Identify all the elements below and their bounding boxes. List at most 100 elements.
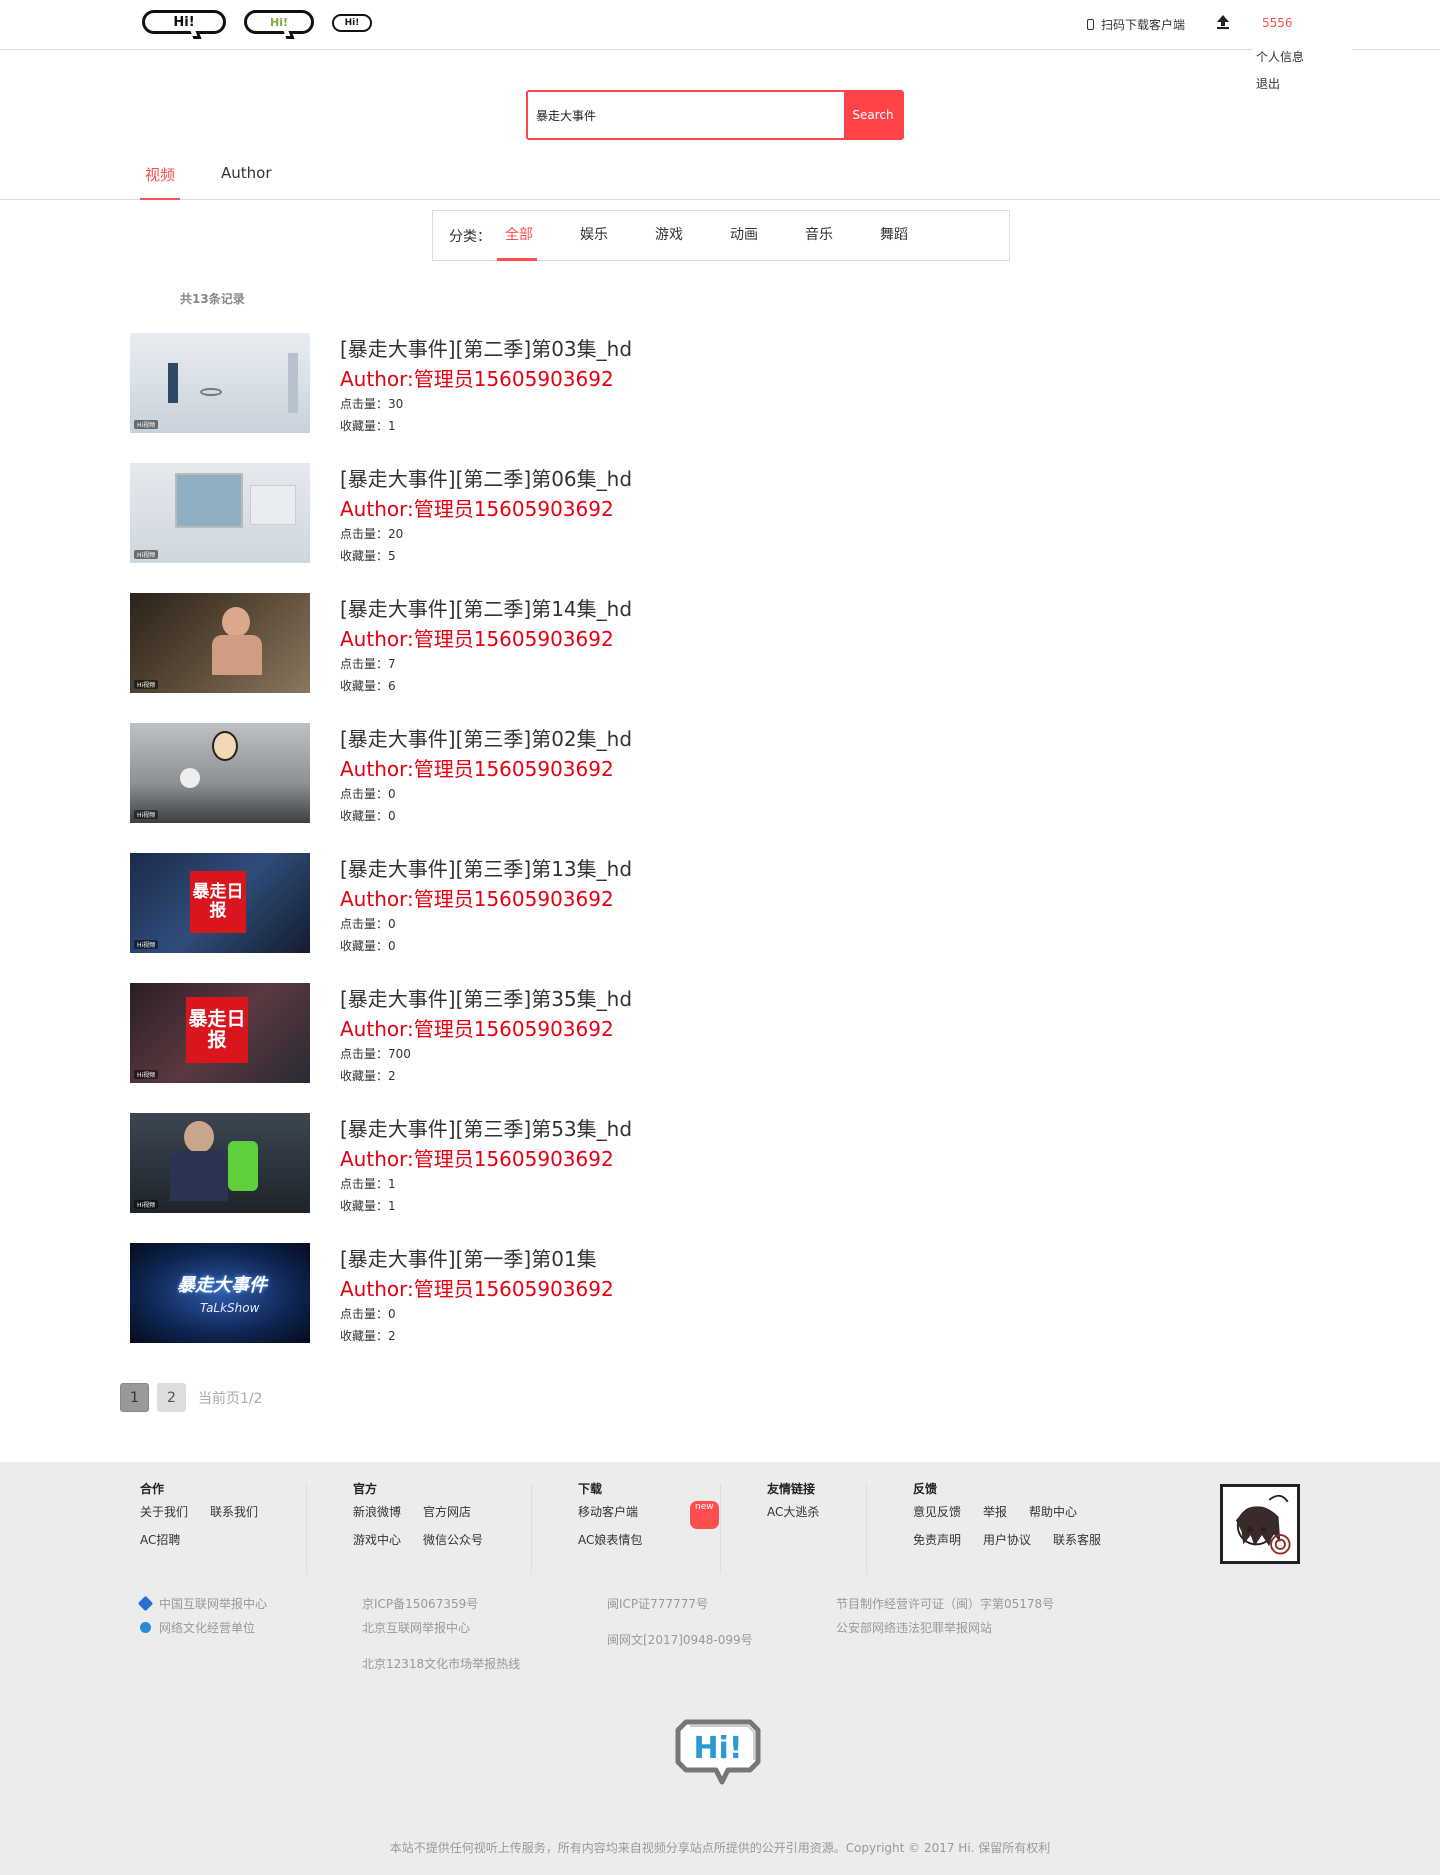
footer-link[interactable]: 举报 (983, 1501, 1007, 1529)
video-thumbnail[interactable]: Hi视频 (130, 723, 310, 823)
footer-link[interactable]: 移动客户端 (578, 1501, 638, 1529)
video-views: 点击量：0 (340, 1307, 396, 1321)
search-button[interactable]: Search (844, 92, 902, 138)
category-game[interactable]: 游戏 (647, 210, 722, 261)
page-2-button[interactable]: 2 (157, 1383, 186, 1412)
video-item: 暴走日报 Hi视频 [暴走大事件][第三季]第35集_hd Author:管理员… (130, 983, 730, 1083)
video-favorites: 收藏量：1 (340, 1199, 396, 1213)
license-link[interactable]: 北京互联网举报中心 (362, 1616, 520, 1640)
user-dropdown-menu: 个人信息 退出 (1252, 44, 1352, 114)
thumb-logo-text: 暴走日报 (186, 997, 248, 1063)
video-author[interactable]: Author:管理员15605903692 (340, 363, 614, 392)
video-thumbnail[interactable]: 暴走大事件 TaLkShow (130, 1243, 310, 1343)
license-link[interactable]: 闽ICP证777777号 (607, 1592, 753, 1616)
license-link[interactable]: 网络文化经营单位 (159, 1621, 255, 1635)
license-link[interactable]: 北京12318文化市场举报热线 (362, 1652, 520, 1676)
license-link[interactable]: 京ICP备15067359号 (362, 1592, 520, 1616)
video-favorites: 收藏量：5 (340, 549, 396, 563)
footer-col-title: 合作 (140, 1482, 165, 1496)
footer-link[interactable]: AC招聘 (140, 1529, 180, 1557)
video-favorites: 收藏量：1 (340, 419, 396, 433)
video-favorites: 收藏量：0 (340, 809, 396, 823)
footer-link[interactable]: 意见反馈 (913, 1501, 961, 1529)
category-music[interactable]: 音乐 (797, 210, 872, 261)
license-link[interactable]: 公安部网络违法犯罪举报网站 (836, 1616, 1054, 1640)
video-title[interactable]: [暴走大事件][第三季]第02集_hd (340, 723, 632, 752)
logo-variant-small[interactable]: Hi! (332, 14, 372, 32)
video-views: 点击量：30 (340, 397, 404, 411)
thumb-logo-text: 暴走日报 (190, 871, 246, 933)
license-link[interactable]: 中国互联网举报中心 (159, 1597, 267, 1611)
thumb-tag: Hi视频 (134, 810, 159, 819)
license-link[interactable]: 闽网文[2017]0948-099号 (607, 1628, 753, 1652)
video-item: Hi视频 [暴走大事件][第三季]第53集_hd Author:管理员15605… (130, 1113, 730, 1213)
video-title[interactable]: [暴走大事件][第一季]第01集 (340, 1243, 597, 1272)
logo-variant-green[interactable]: Hi! (244, 10, 314, 39)
video-thumbnail[interactable]: Hi视频 (130, 593, 310, 693)
video-title[interactable]: [暴走大事件][第二季]第06集_hd (340, 463, 632, 492)
username-link[interactable]: 5556 (1262, 16, 1293, 30)
footer-link[interactable]: 帮助中心 (1029, 1501, 1077, 1529)
menu-item-logout[interactable]: 退出 (1256, 71, 1352, 98)
copyright-text: 本站不提供任何视听上传服务，所有内容均来自视频分享站点所提供的公开引用资源。Co… (389, 1841, 1051, 1855)
footer-col-cooperation: 合作 关于我们 联系我们 AC招聘 (140, 1480, 258, 1557)
video-favorites: 收藏量：2 (340, 1069, 396, 1083)
video-title[interactable]: [暴走大事件][第三季]第13集_hd (340, 853, 632, 882)
footer-link[interactable]: 微信公众号 (423, 1529, 483, 1557)
video-author[interactable]: Author:管理员15605903692 (340, 1143, 614, 1172)
category-dance[interactable]: 舞蹈 (872, 210, 947, 261)
category-entertainment[interactable]: 娱乐 (572, 210, 647, 261)
new-badge: new (690, 1501, 719, 1529)
report-center-icon (137, 1595, 154, 1612)
video-author[interactable]: Author:管理员15605903692 (340, 883, 614, 912)
video-views: 点击量：7 (340, 657, 396, 671)
thumb-sub-text: TaLkShow (200, 1301, 260, 1315)
footer-link[interactable]: 游戏中心 (353, 1529, 401, 1557)
video-author[interactable]: Author:管理员15605903692 (340, 623, 614, 652)
footer-link[interactable]: 官方网店 (423, 1501, 471, 1529)
tab-video[interactable]: 视频 (140, 164, 180, 200)
footer-link[interactable]: 用户协议 (983, 1529, 1031, 1557)
category-all[interactable]: 全部 (497, 210, 572, 261)
category-label: 分类： (449, 228, 491, 245)
video-title[interactable]: [暴走大事件][第二季]第03集_hd (340, 333, 632, 362)
logo-text: Hi! (173, 14, 195, 30)
footer-col-feedback: 反馈 意见反馈 举报 帮助中心 免责声明 用户协议 联系客服 (913, 1480, 1101, 1557)
footer-link[interactable]: 关于我们 (140, 1501, 188, 1529)
video-item: Hi视频 [暴走大事件][第三季]第02集_hd Author:管理员15605… (130, 723, 730, 823)
video-thumbnail[interactable]: Hi视频 (130, 1113, 310, 1213)
upload-icon[interactable] (1215, 14, 1231, 30)
video-item: 暴走日报 Hi视频 [暴走大事件][第三季]第13集_hd Author:管理员… (130, 853, 730, 953)
video-author[interactable]: Author:管理员15605903692 (340, 753, 614, 782)
video-item: 暴走大事件 TaLkShow [暴走大事件][第一季]第01集 Author:管… (130, 1243, 730, 1343)
download-client-link[interactable]: 扫码下载客户端 (1087, 16, 1185, 33)
page-1-button[interactable]: 1 (120, 1383, 149, 1412)
video-thumbnail[interactable]: 暴走日报 Hi视频 (130, 853, 310, 953)
tab-author[interactable]: Author (221, 164, 272, 200)
menu-item-profile[interactable]: 个人信息 (1256, 44, 1352, 71)
footer-link[interactable]: AC娘表情包 (578, 1529, 642, 1557)
thumb-tag: Hi视频 (134, 1200, 159, 1209)
footer-link[interactable]: 联系客服 (1053, 1529, 1101, 1557)
footer-link[interactable]: 新浪微博 (353, 1501, 401, 1529)
video-author[interactable]: Author:管理员15605903692 (340, 1013, 614, 1042)
download-label: 扫码下载客户端 (1101, 18, 1186, 32)
search-input[interactable] (528, 92, 844, 138)
logo-text: Hi! (270, 15, 288, 29)
video-title[interactable]: [暴走大事件][第二季]第14集_hd (340, 593, 632, 622)
video-thumbnail[interactable]: Hi视频 (130, 463, 310, 563)
video-thumbnail[interactable]: Hi视频 (130, 333, 310, 433)
video-author[interactable]: Author:管理员15605903692 (340, 493, 614, 522)
phone-icon (1087, 19, 1094, 30)
footer-link[interactable]: 联系我们 (210, 1501, 258, 1529)
footer-link[interactable]: AC大逃杀 (767, 1501, 819, 1529)
site-logo[interactable]: Hi! (142, 10, 226, 39)
category-animation[interactable]: 动画 (722, 210, 797, 261)
video-author[interactable]: Author:管理员15605903692 (340, 1273, 614, 1302)
license-link[interactable]: 节目制作经营许可证（闽）字第05178号 (836, 1592, 1054, 1616)
video-thumbnail[interactable]: 暴走日报 Hi视频 (130, 983, 310, 1083)
video-title[interactable]: [暴走大事件][第三季]第53集_hd (340, 1113, 632, 1142)
footer-col-friend-links: 友情链接 AC大逃杀 (767, 1480, 819, 1529)
footer-link[interactable]: 免责声明 (913, 1529, 961, 1557)
video-title[interactable]: [暴走大事件][第三季]第35集_hd (340, 983, 632, 1012)
